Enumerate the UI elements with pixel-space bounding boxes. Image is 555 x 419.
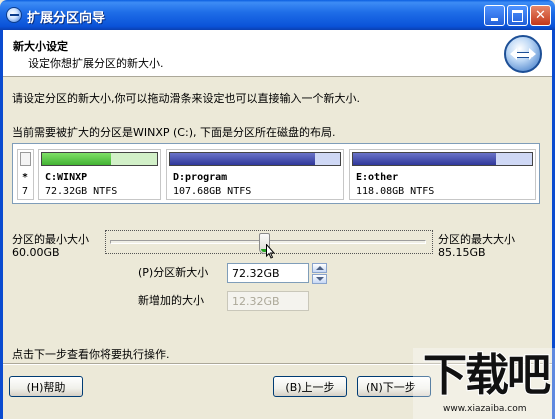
watermark: 下载吧 www.xiazaiba.com [413, 348, 555, 419]
close-button[interactable]: ✕ [530, 5, 551, 26]
watermark-logo: 下载吧 [422, 349, 552, 402]
resize-arrows-icon [504, 35, 542, 73]
partition-d[interactable]: D:program 107.68GB NTFS [166, 149, 344, 200]
instruction-text: 请设定分区的新大小,你可以拖动滑条来设定也可以直接输入一个新大小. [12, 92, 360, 105]
maximize-button[interactable] [507, 5, 528, 26]
partition-info-text: 当前需要被扩大的分区是WINXP (C:), 下面是分区所在磁盘的布局. [12, 126, 336, 139]
partition-size: 107.68GB NTFS [173, 186, 252, 197]
partition-unallocated[interactable]: * 7 [17, 149, 34, 200]
step-subtitle: 设定你想扩展分区的新大小. [28, 57, 164, 70]
partition-usage-bar [41, 152, 158, 166]
partition-usage-bar [169, 152, 341, 166]
partition-usage-bar [20, 152, 31, 166]
new-size-input[interactable]: 72.32GB [227, 263, 309, 283]
partition-e[interactable]: E:other 118.08GB NTFS [349, 149, 536, 200]
partition-name: E:other [356, 172, 399, 183]
spin-up-button[interactable] [312, 263, 327, 273]
partition-usage-bar [352, 152, 533, 166]
max-size-label: 分区的最大大小 [438, 233, 515, 246]
minimize-button[interactable] [484, 5, 505, 26]
partition-name: * [22, 172, 29, 183]
disk-layout: * 7 C:WINXP 72.32GB NTFS D:program 107.6… [12, 143, 540, 204]
mouse-pointer-icon [266, 244, 275, 259]
partition-name: D:program [173, 172, 228, 183]
max-size-value: 85.15GB [438, 246, 486, 259]
watermark-url: www.xiazaiba.com [443, 404, 527, 414]
partition-size: 72.32GB NTFS [45, 186, 118, 197]
step-title: 新大小设定 [13, 40, 68, 53]
window-border-left [0, 30, 3, 419]
spin-down-button[interactable] [312, 274, 327, 284]
title-bar: 扩展分区向导 ✕ [0, 0, 555, 30]
min-size-value: 60.00GB [12, 246, 60, 259]
min-size-label: 分区的最小大小 [12, 233, 89, 246]
partition-size: 118.08GB NTFS [356, 186, 435, 197]
app-icon [6, 7, 22, 23]
window-title: 扩展分区向导 [27, 11, 106, 26]
partition-c[interactable]: C:WINXP 72.32GB NTFS [38, 149, 161, 200]
wizard-header: 新大小设定 设定你想扩展分区的新大小. [3, 30, 552, 77]
added-size-field: 12.32GB [227, 291, 309, 311]
added-size-label: 新增加的大小 [138, 294, 204, 307]
partition-size: 7 [22, 186, 29, 197]
footer-note: 点击下一步查看你将要执行操作. [12, 348, 170, 361]
back-button[interactable]: (B)上一步 [273, 376, 347, 397]
partition-name: C:WINXP [45, 172, 88, 183]
new-size-label: (P)分区新大小 [138, 266, 209, 279]
help-button[interactable]: (H)帮助 [9, 376, 83, 397]
